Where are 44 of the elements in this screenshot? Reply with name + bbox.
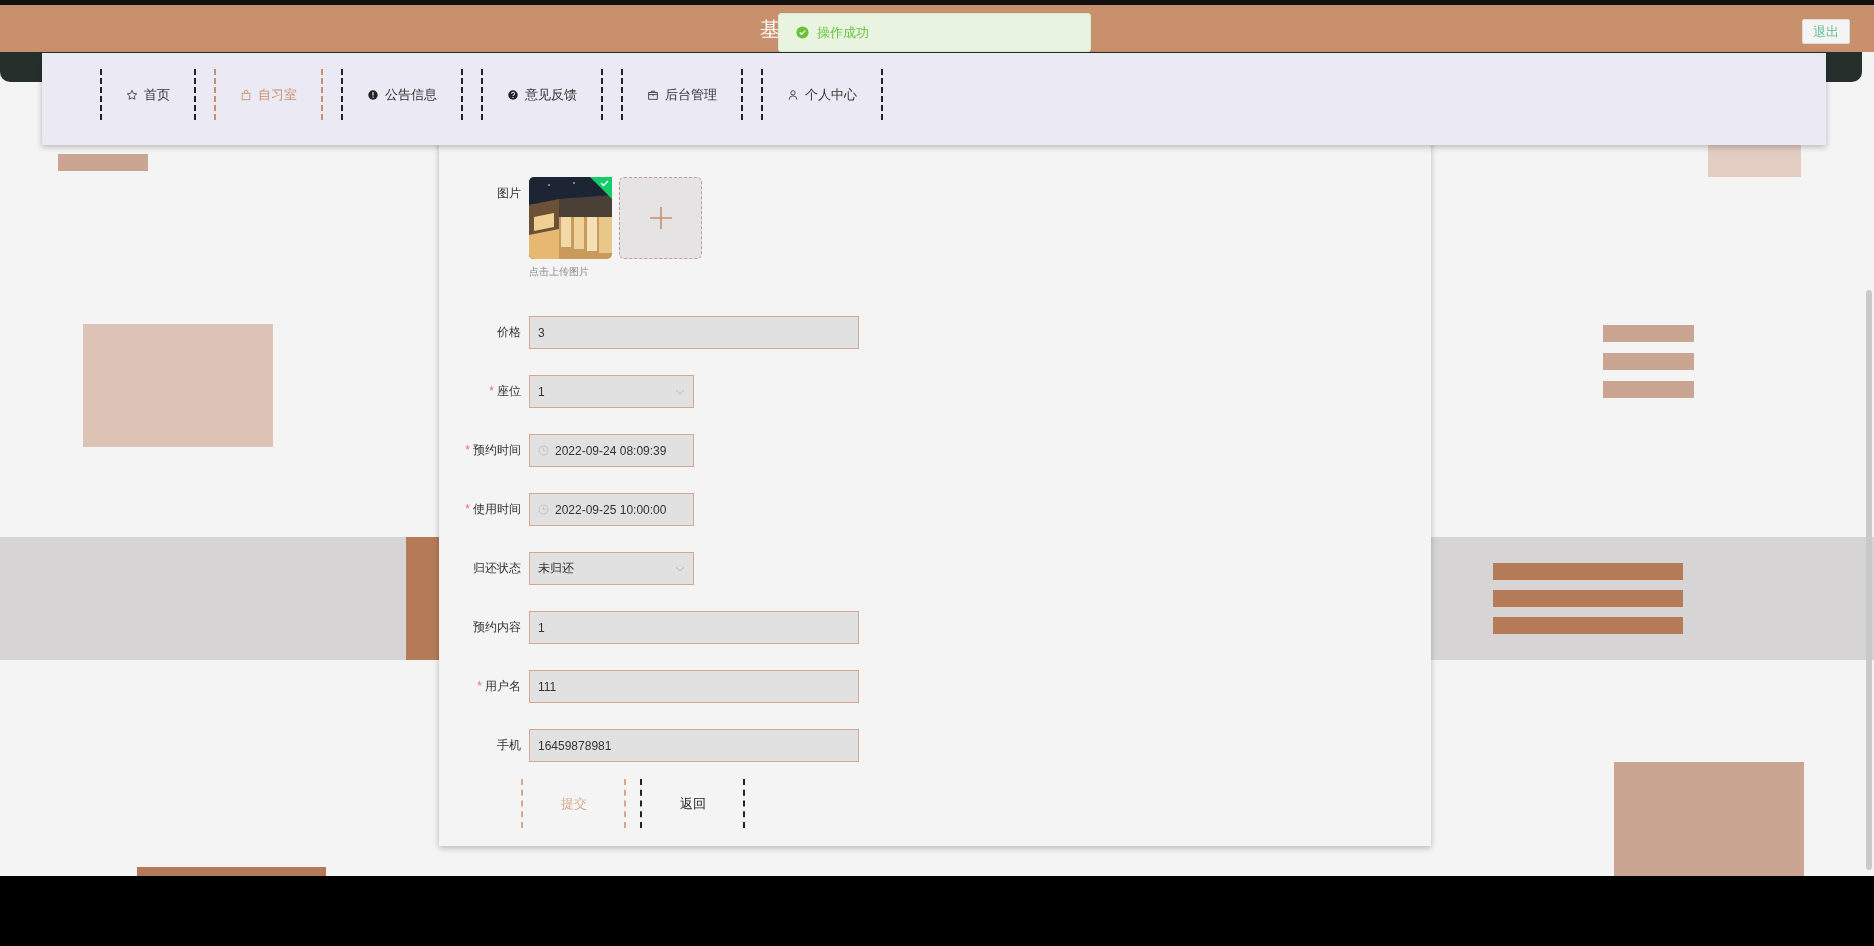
required-mark: * [465, 502, 470, 516]
success-corner-icon [590, 177, 612, 199]
back-button[interactable]: 返回 [640, 779, 745, 828]
nav-item[interactable]: 意见反馈 [481, 69, 603, 120]
toast-message: 操作成功 [817, 23, 869, 42]
field-label: 预约内容 [473, 620, 521, 634]
plus-icon [648, 206, 673, 230]
input-field[interactable]: 111 [529, 670, 859, 703]
input-field[interactable]: 1 [529, 611, 859, 644]
field-label: 预约时间 [473, 443, 521, 457]
nav-item[interactable]: 首页 [100, 69, 196, 120]
datetime-field[interactable]: 2022-09-24 08:09:39 [529, 434, 694, 467]
input-field[interactable]: 3 [529, 316, 859, 349]
upload-hint: 点击上传图片 [529, 265, 590, 279]
field-label: 使用时间 [473, 502, 521, 516]
field-label: 手机 [497, 738, 521, 752]
chevron-down-icon [675, 388, 685, 395]
required-mark: * [489, 384, 494, 398]
field-label: 归还状态 [473, 561, 521, 575]
chevron-down-icon [675, 565, 685, 572]
check-circle-icon [796, 26, 809, 39]
box-icon [647, 88, 659, 101]
nav-item[interactable]: 公告信息 [341, 69, 463, 120]
nav-item[interactable]: 后台管理 [621, 69, 743, 120]
site-title: 基 [760, 17, 780, 42]
bag-icon [240, 88, 252, 101]
required-mark: * [465, 443, 470, 457]
field-label: 价格 [497, 325, 521, 339]
select-field[interactable]: 1 [529, 375, 694, 408]
input-field[interactable]: 16459878981 [529, 729, 859, 762]
datetime-field[interactable]: 2022-09-25 10:00:00 [529, 493, 694, 526]
alert-icon [367, 88, 379, 101]
upload-button[interactable] [619, 177, 702, 259]
select-field[interactable]: 未归还 [529, 552, 694, 585]
field-label: 座位 [497, 384, 521, 398]
user-icon [787, 88, 799, 101]
help-icon [507, 88, 519, 101]
clock-icon [538, 445, 549, 456]
clock-icon [538, 504, 549, 515]
nav-item[interactable]: 个人中心 [761, 69, 883, 120]
star-icon [126, 88, 138, 101]
field-label: 图片 [497, 186, 521, 200]
required-mark: * [477, 679, 482, 693]
field-label: 用户名 [485, 679, 521, 693]
